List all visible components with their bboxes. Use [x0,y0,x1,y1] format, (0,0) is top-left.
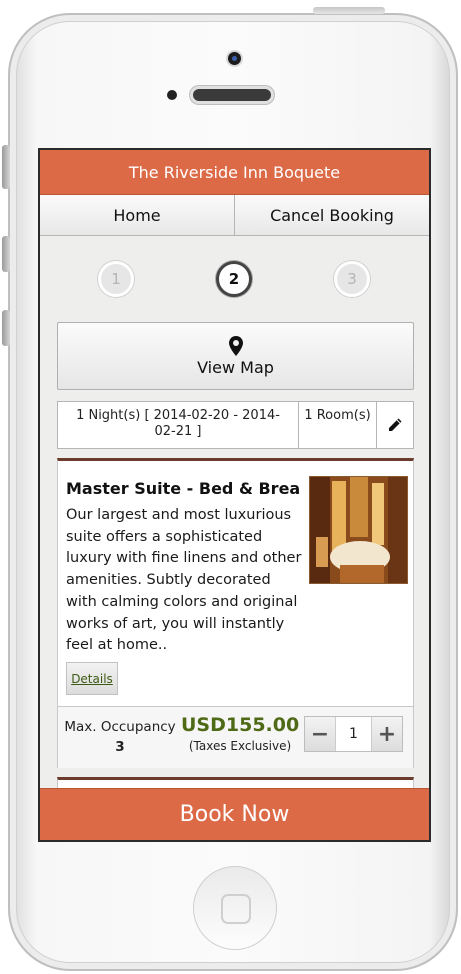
proximity-sensor [167,90,177,100]
room-name[interactable]: Master Suite - Bed & Break... [66,479,301,498]
nav-bar: Home Cancel Booking [40,195,429,236]
view-map-label: View Map [197,357,274,377]
room-count: 1 Room(s) [299,402,377,448]
step-2-active[interactable]: 2 [216,261,252,297]
price-bar: Max. Occupancy 3 USD155.00 (Taxes Exclus… [58,706,413,768]
next-room-card [57,777,414,788]
price-amount: USD155.00 [181,714,300,736]
room-card: Master Suite - Bed & Break... Our larges… [57,458,414,768]
step-3[interactable]: 3 [334,261,370,297]
view-map-button[interactable]: View Map [57,322,414,390]
max-occupancy-label: Max. Occupancy [64,719,176,735]
stay-dates: 1 Night(s) [ 2014-02-20 - 2014-02-21 ] [58,402,299,448]
mute-switch [2,145,10,189]
quantity-value[interactable]: 1 [335,717,372,751]
room-price: USD155.00 (Taxes Exclusive) [181,714,299,753]
volume-up-button [2,236,10,272]
room-description: Our largest and most luxurious suite off… [66,507,302,654]
home-button[interactable]: Home [40,195,235,235]
home-hardware-button[interactable] [193,866,277,950]
power-button [313,7,385,14]
earpiece-speaker [190,86,274,104]
details-button[interactable]: Details [66,662,118,695]
edit-booking-button[interactable] [377,402,413,448]
front-camera [226,50,243,67]
tax-note: (Taxes Exclusive) [188,739,292,753]
room-photo[interactable] [309,476,408,584]
step-1[interactable]: 1 [98,261,134,297]
main-content: 1 2 3 View Map 1 Night(s) [ 2014-02-20 -… [40,236,429,788]
decrease-quantity-button[interactable]: − [305,717,335,751]
home-square-icon [221,894,251,924]
app-title: The Riverside Inn Boquete [40,150,429,195]
max-occupancy-value: 3 [115,739,125,755]
booking-summary: 1 Night(s) [ 2014-02-20 - 2014-02-21 ] 1… [57,401,414,449]
pencil-icon [389,418,402,431]
max-occupancy: Max. Occupancy 3 [62,717,178,757]
volume-down-button [2,310,10,346]
screen: The Riverside Inn Boquete Home Cancel Bo… [38,148,431,842]
cancel-booking-button[interactable]: Cancel Booking [235,195,429,235]
quantity-stepper: − 1 + [304,716,403,752]
book-now-button[interactable]: Book Now [40,788,429,840]
increase-quantity-button[interactable]: + [372,717,402,751]
step-indicator: 1 2 3 [40,261,429,301]
map-pin-icon [228,335,243,356]
